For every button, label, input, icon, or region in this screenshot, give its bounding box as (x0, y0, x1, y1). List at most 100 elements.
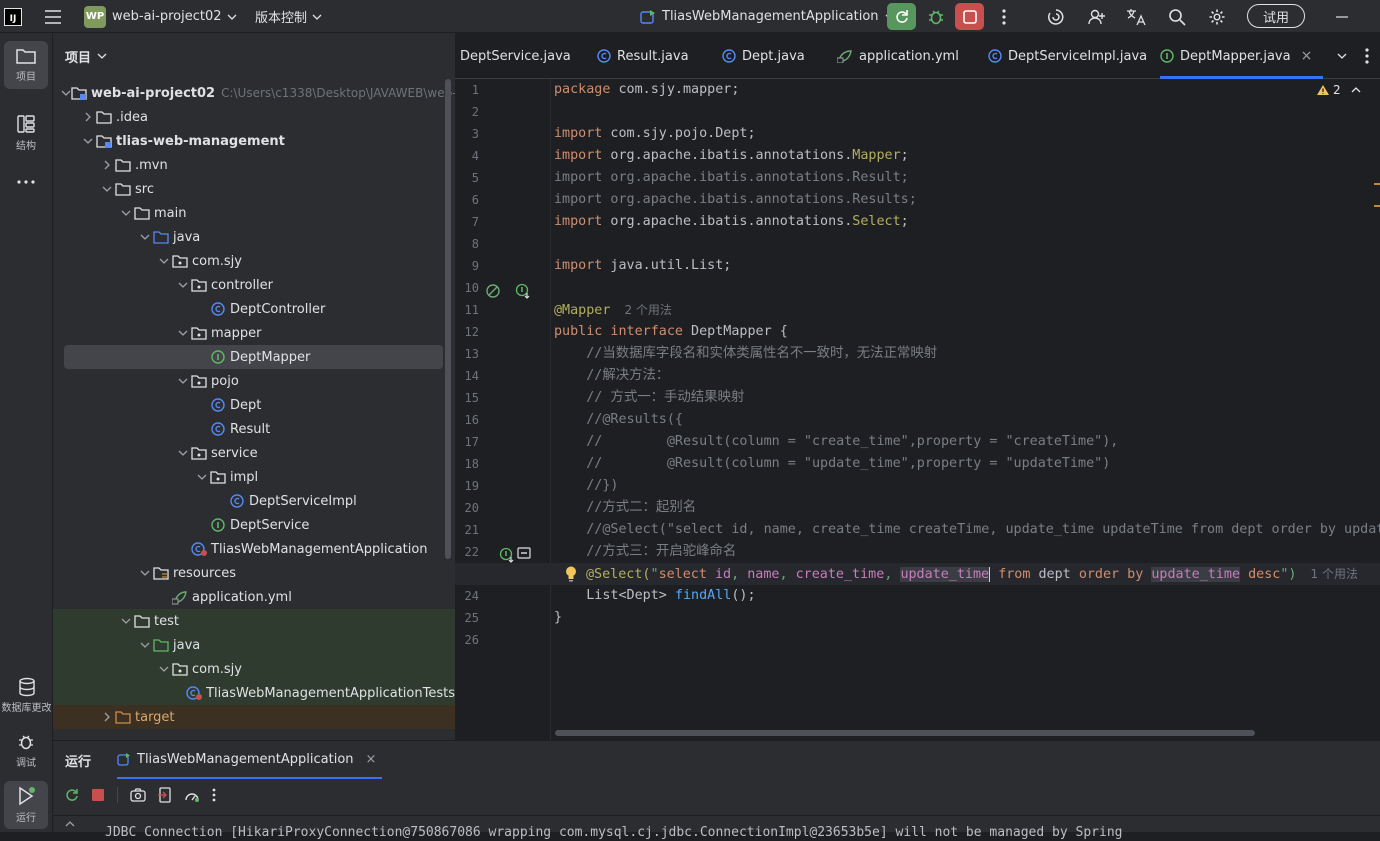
line-number[interactable]: 4 (455, 149, 479, 171)
chevron-right-icon[interactable] (99, 712, 115, 722)
tree-item[interactable]: Dept (53, 393, 455, 417)
chevron-down-icon[interactable] (175, 330, 191, 336)
minimize-icon[interactable] (1334, 0, 1350, 33)
chevron-down-icon[interactable] (175, 378, 191, 384)
tree-item[interactable]: TliasWebManagementApplication (53, 537, 455, 561)
implemented-icon[interactable] (515, 283, 531, 299)
usages-hint[interactable]: 1 个用法 (1311, 567, 1358, 581)
translate-icon[interactable] (1125, 0, 1147, 33)
search-icon[interactable] (1166, 0, 1188, 33)
line-number[interactable]: 15 (455, 391, 479, 413)
tree-item[interactable]: java (53, 633, 455, 657)
line-number[interactable]: 19 (455, 479, 479, 501)
tree-item[interactable]: impl (53, 465, 455, 489)
structure-tool-button[interactable]: 结构 (4, 109, 48, 157)
close-tab-icon[interactable]: × (1301, 48, 1313, 64)
line-number[interactable]: 9 (455, 259, 479, 281)
ai-assistant-icon[interactable] (1045, 0, 1067, 33)
error-stripe-mark[interactable] (1374, 205, 1380, 207)
tree-item[interactable]: Result (53, 417, 455, 441)
tree-item[interactable]: com.sjy (53, 249, 455, 273)
tab-application-yml[interactable]: application.yml (837, 33, 959, 79)
tree-item[interactable]: controller (53, 273, 455, 297)
line-number[interactable]: 24 (455, 589, 479, 611)
tree-item[interactable]: resources (53, 561, 455, 585)
chevron-down-icon[interactable] (175, 282, 191, 288)
close-tab-icon[interactable]: × (366, 752, 377, 767)
tree-item[interactable]: DeptMapper (64, 345, 443, 369)
more-tools-icon[interactable] (4, 169, 48, 195)
chevron-down-icon[interactable] (156, 666, 172, 672)
tree-item[interactable]: TliasWebManagementApplicationTests (53, 681, 455, 705)
line-number[interactable]: 25 (455, 611, 479, 633)
hamburger-menu-icon[interactable] (40, 0, 66, 33)
line-number[interactable]: 12 (455, 325, 479, 347)
rerun-icon[interactable] (65, 788, 79, 802)
line-number[interactable]: 26 (455, 633, 479, 655)
chevron-right-icon[interactable] (99, 160, 115, 170)
tab-list-chevron-icon[interactable] (1337, 33, 1347, 79)
line-number[interactable]: 20 (455, 501, 479, 523)
line-number[interactable]: 1 (455, 83, 479, 105)
stop-icon[interactable] (91, 788, 105, 802)
chevron-down-icon[interactable] (175, 450, 191, 456)
line-number[interactable]: 5 (455, 171, 479, 193)
project-panel-title[interactable]: 项目 (65, 47, 91, 66)
sql-navigate-icon[interactable] (517, 547, 531, 559)
chevron-down-icon[interactable] (97, 53, 107, 59)
project-switcher[interactable]: WP web-ai-project02 (84, 0, 237, 33)
tree-item[interactable]: web-ai-project02 C:\Users\c1338\Desktop\J… (53, 81, 455, 105)
line-number[interactable]: 2 (455, 105, 479, 127)
tab-deptmapper-active[interactable]: DeptMapper.java × (1160, 33, 1316, 79)
run-tool-button[interactable]: 运行 (4, 781, 48, 829)
main-menu-logo[interactable]: IJ (4, 0, 22, 33)
implemented-icon[interactable] (499, 547, 515, 563)
tab-dept[interactable]: Dept.java (722, 33, 805, 79)
tab-deptservice[interactable]: DeptService.java (460, 33, 571, 79)
line-number[interactable]: 10 (455, 281, 479, 303)
code-area[interactable]: package com.sjy.mapper; import com.sjy.p… (455, 79, 1380, 740)
more-actions-icon[interactable] (994, 0, 1014, 33)
chevron-down-icon[interactable] (137, 642, 153, 648)
chevron-down-icon[interactable] (99, 186, 115, 192)
run-tab[interactable]: TliasWebManagementApplication × (117, 741, 383, 779)
tree-item[interactable]: src (53, 177, 455, 201)
line-number[interactable]: 3 (455, 127, 479, 149)
scroll-up-icon[interactable] (65, 821, 75, 827)
tree-item[interactable]: application.yml (53, 585, 455, 609)
vcs-widget[interactable]: 版本控制 (255, 0, 322, 33)
tab-deptserviceimpl[interactable]: DeptServiceImpl.java (988, 33, 1147, 79)
error-stripe-mark[interactable] (1374, 183, 1380, 185)
tree-item[interactable]: mapper (53, 321, 455, 345)
tree-item[interactable]: com.sjy (53, 657, 455, 681)
inspection-widget[interactable]: 2 (1316, 83, 1361, 97)
tree-item[interactable]: pojo (53, 369, 455, 393)
tree-item[interactable]: DeptService (53, 513, 455, 537)
trial-button[interactable]: 试用 (1247, 4, 1305, 28)
line-number[interactable]: 6 (455, 193, 479, 215)
add-user-icon[interactable] (1086, 0, 1108, 33)
tree-item[interactable]: .mvn (53, 153, 455, 177)
line-number[interactable]: 21 (455, 523, 479, 545)
line-number[interactable]: 16 (455, 413, 479, 435)
horizontal-scrollbar[interactable] (555, 730, 1255, 736)
chevron-down-icon[interactable] (118, 618, 134, 624)
debug-button[interactable] (925, 0, 947, 33)
chevron-right-icon[interactable] (80, 112, 96, 122)
tree-item[interactable]: .idea (53, 105, 455, 129)
chevron-down-icon[interactable] (194, 474, 210, 480)
line-number[interactable]: 7 (455, 215, 479, 237)
tree-scrollbar[interactable] (445, 79, 451, 559)
dashboard-icon[interactable] (184, 788, 200, 802)
settings-gear-icon[interactable] (1206, 0, 1228, 33)
tree-item[interactable]: DeptServiceImpl (53, 489, 455, 513)
chevron-down-icon[interactable] (137, 570, 153, 576)
chevron-up-icon[interactable] (1351, 87, 1361, 93)
chevron-down-icon[interactable] (137, 234, 153, 240)
run-config-selector[interactable]: TliasWebManagementApplication (640, 0, 895, 33)
tree-item[interactable]: tlias-web-management (53, 129, 455, 153)
line-number[interactable]: 8 (455, 237, 479, 259)
debug-tool-button[interactable]: 调试 (4, 729, 48, 773)
line-number[interactable]: 18 (455, 457, 479, 479)
rerun-button[interactable] (887, 3, 916, 30)
